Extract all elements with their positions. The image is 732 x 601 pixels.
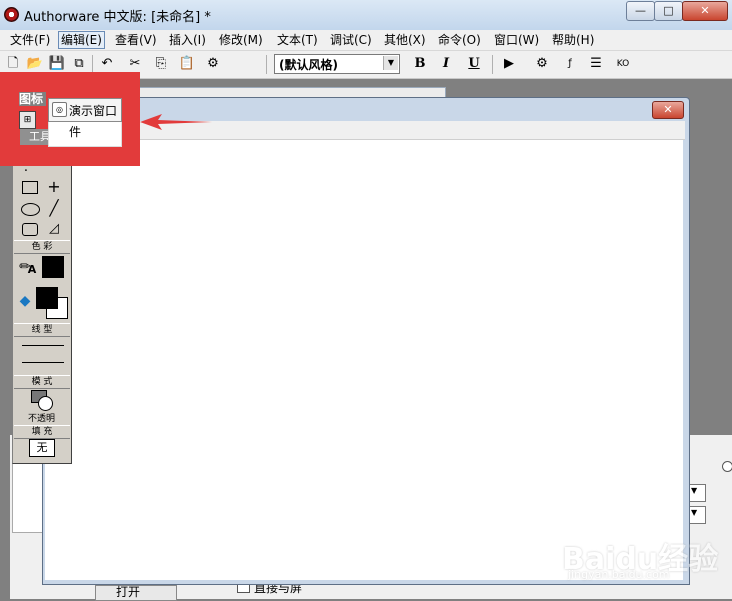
menu-window[interactable]: 窗口(W) (492, 32, 541, 48)
arrow-shape (140, 114, 212, 130)
menu-command[interactable]: 命令(O) (436, 32, 483, 48)
polygon-tool[interactable]: ◿ (44, 220, 64, 238)
menu-bar: 文件(F) 编辑(E) 查看(V) 插入(I) 修改(M) 文本(T) 调试(C… (0, 30, 732, 51)
arrow-annotation (140, 114, 212, 130)
line-style-normal[interactable] (22, 362, 64, 363)
italic-button[interactable]: I (437, 55, 455, 73)
menu-text[interactable]: 文本(T) (275, 32, 320, 48)
menu-view[interactable]: 查看(V) (113, 32, 159, 48)
presentation-window-icon: ◎ (52, 102, 67, 117)
text-style-select[interactable]: (默认风格) ▼ (274, 54, 400, 74)
knowledge-object-icon[interactable]: KO (614, 55, 632, 73)
new-file-icon[interactable]: 🗋 (4, 55, 22, 73)
window-title: Authorware 中文版: [未命名] * (24, 10, 211, 25)
minimize-button[interactable]: — (626, 1, 655, 21)
function-icon[interactable]: ƒ (561, 55, 579, 73)
open-button-label: 打开 (116, 585, 141, 599)
paste-icon[interactable]: 📋 (178, 55, 196, 73)
cut-icon[interactable]: ✂ (126, 55, 144, 73)
close-button[interactable]: ✕ (682, 1, 728, 21)
watermark-url: jingyan.baidu.com (568, 568, 670, 581)
menu-other[interactable]: 其他(X) (382, 32, 428, 48)
rounded-rectangle-tool[interactable] (22, 223, 38, 236)
crosshair-tool[interactable]: + (44, 178, 64, 196)
menu-insert[interactable]: 插入(I) (167, 32, 208, 48)
menu-modify[interactable]: 修改(M) (217, 32, 265, 48)
rectangle-tool[interactable] (22, 181, 38, 194)
mode-section-label: 模 式 (14, 375, 70, 389)
variables-icon[interactable]: ☰ (587, 55, 605, 73)
maximize-button[interactable]: □ (654, 1, 683, 21)
presentation-window-title: 演示窗口 (69, 104, 118, 118)
fill-section-label: 填 充 (14, 425, 70, 439)
window-list-fragment: 件 (69, 125, 82, 139)
find-icon[interactable]: ⚙ (204, 55, 222, 73)
import-icon[interactable]: ⧉ (70, 55, 88, 73)
line-section-label: 线 型 (14, 323, 70, 337)
open-folder-icon[interactable]: 📂 (26, 55, 44, 73)
flow-icon: ⊞ (19, 111, 36, 129)
presentation-canvas[interactable] (45, 140, 683, 580)
toolbar-separator (266, 55, 267, 74)
window-list-below: 件 (48, 121, 122, 147)
line-color-swatch[interactable] (42, 256, 64, 278)
color-section-label: 色 彩 (14, 240, 70, 254)
control-panel-icon[interactable]: ⚙ (533, 55, 551, 73)
underline-button[interactable]: U (465, 55, 483, 73)
save-all-icon[interactable]: 💾 (48, 55, 66, 73)
line-style-thin[interactable] (22, 345, 64, 346)
bold-button[interactable]: B (411, 55, 429, 73)
undo-icon[interactable]: ↶ (98, 55, 116, 73)
presentation-window-tab[interactable]: ◎ 演示窗口 (48, 98, 122, 122)
ellipse-tool[interactable] (21, 203, 40, 216)
presentation-close-button[interactable]: ✕ (652, 101, 684, 119)
fill-pattern-none[interactable]: 无 (29, 439, 55, 457)
toolbar-separator (492, 55, 493, 74)
properties-radio[interactable] (722, 461, 732, 472)
flow-window-label: 图标 (19, 92, 46, 106)
properties-preview (12, 455, 44, 533)
app-logo-icon (4, 7, 19, 22)
watermark: Baidu经验 jingyan.baidu.com (560, 522, 730, 592)
menu-edit[interactable]: 编辑(E) (58, 31, 105, 49)
text-color-label: A (27, 263, 37, 276)
opaque-mode-circle (38, 396, 53, 411)
run-icon[interactable]: ▶ (500, 55, 518, 73)
menu-file[interactable]: 文件(F) (8, 32, 52, 48)
mode-value: 不透明 (28, 414, 56, 424)
paint-bucket-icon: ◆ (19, 293, 31, 309)
copy-icon[interactable]: ⎘ (152, 55, 170, 73)
menu-debug[interactable]: 调试(C) (328, 32, 374, 48)
text-style-value: (默认风格) (279, 58, 338, 72)
fill-foreground-swatch[interactable] (36, 287, 58, 309)
menu-help[interactable]: 帮助(H) (550, 32, 596, 48)
chevron-down-icon: ▼ (383, 56, 398, 70)
line-tool[interactable]: ╱ (44, 199, 64, 217)
